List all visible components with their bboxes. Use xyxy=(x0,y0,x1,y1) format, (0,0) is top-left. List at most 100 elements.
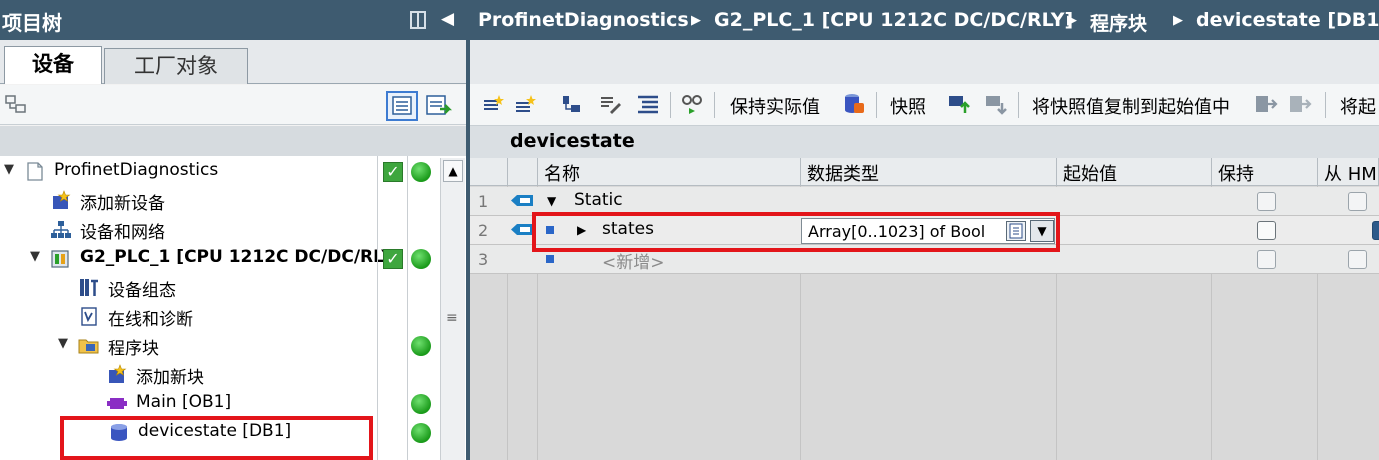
hmi-checkbox[interactable] xyxy=(1348,250,1367,269)
load-start-icon[interactable] xyxy=(1254,93,1278,115)
toolbar-separator xyxy=(714,92,715,118)
project-tree-header: 项目树 ◀ xyxy=(0,0,466,40)
editor-tab-band xyxy=(470,40,1379,84)
add-row-icon[interactable] xyxy=(514,93,538,115)
header-name[interactable]: 名称 xyxy=(538,158,801,186)
hmi-checkbox[interactable] xyxy=(1372,221,1379,240)
interface-tag-icon xyxy=(511,195,533,206)
row-number: 2 xyxy=(478,221,489,240)
project-tree-toolbar xyxy=(0,85,466,125)
status-ok-icon xyxy=(411,249,431,269)
highlight-box xyxy=(532,212,1060,252)
header-retain[interactable]: 保持 xyxy=(1212,158,1318,186)
header-from-hmi[interactable]: 从 HMI xyxy=(1318,158,1379,186)
tree-item-label: 在线和诊断 xyxy=(108,310,193,330)
header-rownum xyxy=(470,158,508,186)
header-icon xyxy=(508,158,538,186)
status-ok-icon xyxy=(411,394,431,414)
insert-row-icon[interactable] xyxy=(482,93,506,115)
tree-header-bar xyxy=(0,126,466,156)
highlight-box xyxy=(60,416,373,460)
edit-icon[interactable] xyxy=(598,93,622,115)
check-icon: ✓ xyxy=(383,249,403,269)
monitor-icon[interactable] xyxy=(680,93,704,115)
expand-all-icon[interactable] xyxy=(560,93,584,115)
tree-options-icon[interactable] xyxy=(4,94,28,114)
export-icon[interactable] xyxy=(424,93,452,119)
row-name: Static xyxy=(574,190,623,210)
tree-item-program-blocks[interactable]: ▼ 程序块 xyxy=(0,331,440,360)
snapshot-button[interactable]: 快照 xyxy=(890,93,926,119)
online-diagnostics-icon xyxy=(81,307,97,326)
load-snapshot-icon[interactable] xyxy=(1288,93,1312,115)
column-divider xyxy=(407,156,408,460)
tab-plant-objects[interactable]: 工厂对象 xyxy=(104,48,248,84)
scroll-grip-icon[interactable]: ≡ xyxy=(446,310,458,326)
status-ok-icon xyxy=(411,162,431,182)
scroll-up-icon[interactable]: ▲ xyxy=(443,160,463,182)
project-tree: ▼ ProfinetDiagnostics 添加新设备 设备和网络 ▼ G2_P… xyxy=(0,156,466,460)
breadcrumb-separator-icon: ▶ xyxy=(1067,13,1077,28)
copy-snapshot-to-start-button[interactable]: 将快照值复制到起始值中 xyxy=(1032,93,1230,119)
breadcrumb-item[interactable]: ProfinetDiagnostics xyxy=(478,9,689,31)
folder-icon xyxy=(78,339,99,354)
plc-icon xyxy=(51,250,69,268)
retain-checkbox[interactable] xyxy=(1257,250,1276,269)
tree-item-main-ob1[interactable]: Main [OB1] xyxy=(0,389,440,418)
snapshot-upload-icon[interactable] xyxy=(947,93,971,115)
row-number: 1 xyxy=(478,192,489,211)
snapshot-download-icon[interactable] xyxy=(984,93,1008,115)
device-config-icon xyxy=(80,279,98,296)
tree-item-label: 设备组态 xyxy=(108,281,176,301)
toolbar-separator xyxy=(670,92,671,118)
add-block-icon xyxy=(109,364,127,383)
tree-item-devices-networks[interactable]: 设备和网络 xyxy=(0,215,440,244)
overview-icon xyxy=(392,96,412,115)
breadcrumb-item[interactable]: devicestate [DB1] xyxy=(1196,9,1379,31)
tab-devices[interactable]: 设备 xyxy=(4,46,102,84)
ob-icon xyxy=(107,398,127,409)
retain-checkbox[interactable] xyxy=(1257,221,1276,240)
tree-item-label: 添加新设备 xyxy=(80,194,165,214)
tree-item-label: 设备和网络 xyxy=(80,223,165,243)
breadcrumb-item[interactable]: 程序块 xyxy=(1090,9,1147,36)
toolbar-separator xyxy=(1018,92,1019,118)
breadcrumb-separator-icon: ▶ xyxy=(691,13,701,28)
tree-item-device-config[interactable]: 设备组态 xyxy=(0,273,440,302)
tree-item-label: 添加新块 xyxy=(136,368,204,388)
tree-item-add-device[interactable]: 添加新设备 xyxy=(0,186,440,215)
retain-checkbox[interactable] xyxy=(1257,192,1276,211)
project-icon xyxy=(27,162,43,181)
expand-arrow-icon[interactable]: ▼ xyxy=(547,194,556,208)
breadcrumb-item[interactable]: G2_PLC_1 [CPU 1212C DC/DC/RLY] xyxy=(714,9,1073,31)
tree-item-plc[interactable]: ▼ G2_PLC_1 [CPU 1212C DC/DC/RLY] xyxy=(0,244,440,273)
breadcrumb-separator-icon: ▶ xyxy=(1173,13,1183,28)
tree-item-project[interactable]: ▼ ProfinetDiagnostics xyxy=(0,157,440,186)
tree-item-online-diagnostics[interactable]: 在线和诊断 xyxy=(0,302,440,331)
header-datatype[interactable]: 数据类型 xyxy=(801,158,1057,186)
overview-view-button[interactable] xyxy=(386,91,418,121)
toolbar-separator xyxy=(1325,92,1326,118)
db-snapshot-icon[interactable] xyxy=(842,93,866,115)
tree-item-add-block[interactable]: 添加新块 xyxy=(0,360,440,389)
project-tree-pane: 项目树 ◀ 设备 工厂对象 ▼ ProfinetDiagnostics 添加新设… xyxy=(0,0,466,460)
load-start-button[interactable]: 将起 xyxy=(1340,93,1376,119)
collapse-left-icon[interactable]: ◀ xyxy=(441,9,454,29)
expand-arrow-icon[interactable]: ▼ xyxy=(4,162,14,177)
expand-arrow-icon[interactable]: ▼ xyxy=(58,336,68,351)
header-start-value[interactable]: 起始值 xyxy=(1057,158,1212,186)
project-tree-tabs: 设备 工厂对象 xyxy=(0,40,466,84)
breadcrumb: ProfinetDiagnostics ▶ G2_PLC_1 [CPU 1212… xyxy=(470,0,1379,40)
hmi-checkbox[interactable] xyxy=(1348,192,1367,211)
db-title: devicestate xyxy=(510,130,635,152)
interface-tag-icon xyxy=(511,224,533,235)
column-divider xyxy=(377,156,378,460)
db-title-bar: devicestate xyxy=(470,126,1379,158)
keep-actual-values-button[interactable]: 保持实际值 xyxy=(730,93,820,119)
project-tree-title: 项目树 xyxy=(2,11,62,35)
expand-arrow-icon[interactable]: ▼ xyxy=(30,249,40,264)
toolbar-separator xyxy=(876,92,877,118)
tree-scrollbar[interactable]: ▲ ≡ xyxy=(440,158,465,460)
structure-icon[interactable] xyxy=(636,93,660,115)
pin-icon[interactable] xyxy=(410,11,426,29)
